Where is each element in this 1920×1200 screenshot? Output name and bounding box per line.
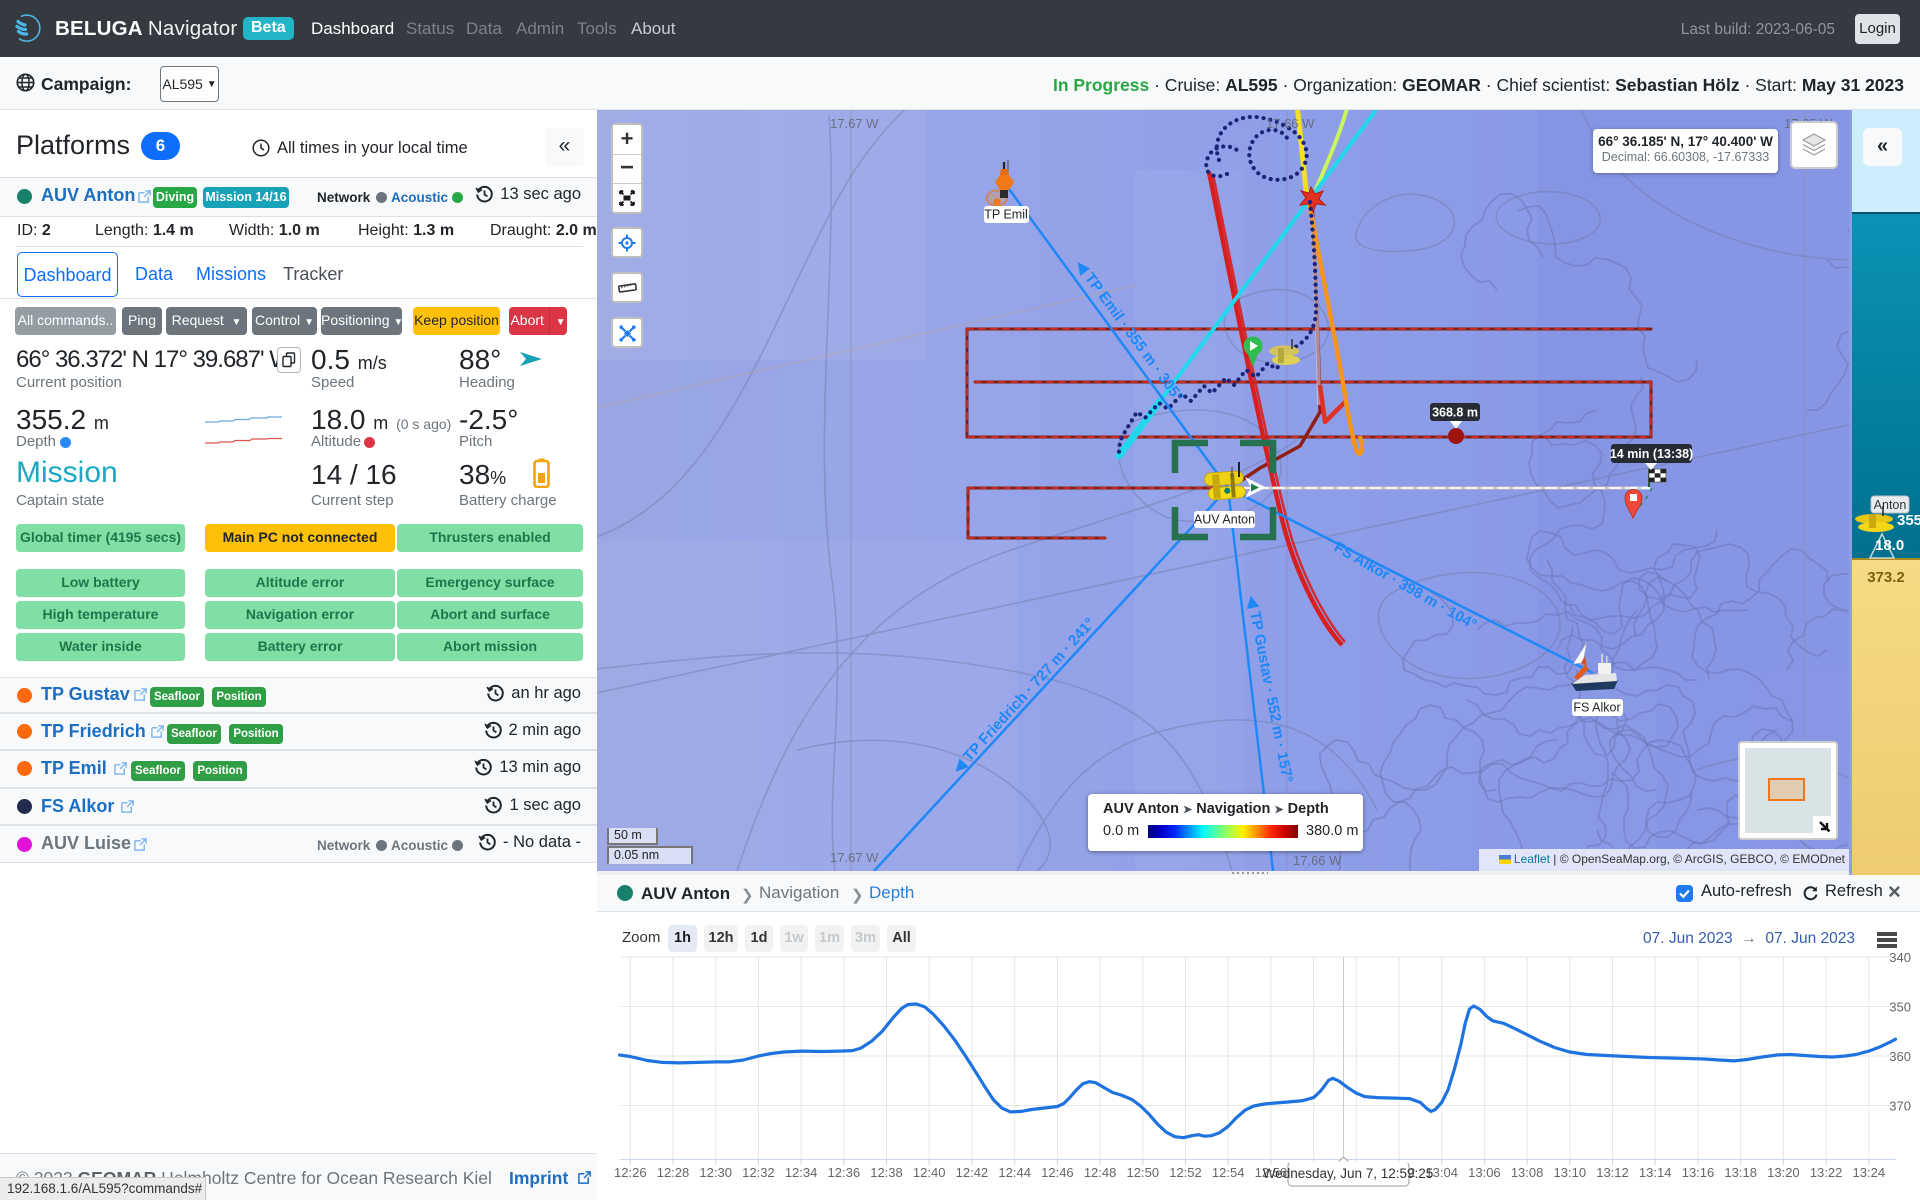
svg-text:12:52: 12:52 [1169, 1165, 1202, 1180]
svg-text:340: 340 [1889, 950, 1911, 965]
svg-text:12:28: 12:28 [657, 1165, 690, 1180]
svg-text:13:12: 13:12 [1596, 1165, 1629, 1180]
svg-text:13:06: 13:06 [1468, 1165, 1501, 1180]
svg-text:368.8 m: 368.8 m [1432, 406, 1478, 420]
svg-text:12:54: 12:54 [1212, 1165, 1245, 1180]
svg-text:355: 355 [1897, 512, 1920, 529]
svg-text:17.67 W: 17.67 W [830, 116, 879, 131]
svg-text:12:26: 12:26 [614, 1165, 647, 1180]
svg-text:17.67 W: 17.67 W [830, 850, 879, 865]
svg-text:12:34: 12:34 [785, 1165, 818, 1180]
svg-text:13:18: 13:18 [1724, 1165, 1757, 1180]
svg-text:12:46: 12:46 [1041, 1165, 1074, 1180]
svg-text:350: 350 [1889, 1000, 1911, 1015]
svg-text:12:48: 12:48 [1084, 1165, 1117, 1180]
svg-text:Wednesday, Jun 7, 12:59:25: Wednesday, Jun 7, 12:59:25 [1263, 1166, 1434, 1181]
svg-text:13:08: 13:08 [1511, 1165, 1544, 1180]
svg-text:AUV Anton: AUV Anton [1194, 513, 1255, 527]
svg-text:12:36: 12:36 [828, 1165, 861, 1180]
svg-text:370: 370 [1889, 1099, 1911, 1114]
svg-text:12:50: 12:50 [1127, 1165, 1160, 1180]
svg-text:13:16: 13:16 [1682, 1165, 1715, 1180]
svg-text:Anton: Anton [1874, 498, 1907, 512]
svg-text:14 min (13:38): 14 min (13:38) [1610, 447, 1693, 461]
svg-text:TP Emil: TP Emil [984, 208, 1028, 222]
svg-text:FS Alkor: FS Alkor [1573, 701, 1620, 715]
svg-text:13:24: 13:24 [1853, 1165, 1886, 1180]
svg-text:17.66 W: 17.66 W [1293, 853, 1342, 868]
svg-text:12:40: 12:40 [913, 1165, 946, 1180]
svg-text:12:38: 12:38 [870, 1165, 903, 1180]
svg-text:13:14: 13:14 [1639, 1165, 1672, 1180]
svg-text:12:42: 12:42 [956, 1165, 989, 1180]
svg-text:373.2: 373.2 [1867, 569, 1905, 586]
svg-text:13:22: 13:22 [1810, 1165, 1843, 1180]
svg-text:12:44: 12:44 [998, 1165, 1031, 1180]
svg-text:13:20: 13:20 [1767, 1165, 1800, 1180]
svg-text:12:30: 12:30 [699, 1165, 732, 1180]
svg-text:12:32: 12:32 [742, 1165, 775, 1180]
svg-text:17.66 W: 17.66 W [1266, 116, 1315, 131]
svg-text:13:10: 13:10 [1554, 1165, 1587, 1180]
svg-text:360: 360 [1889, 1049, 1911, 1064]
